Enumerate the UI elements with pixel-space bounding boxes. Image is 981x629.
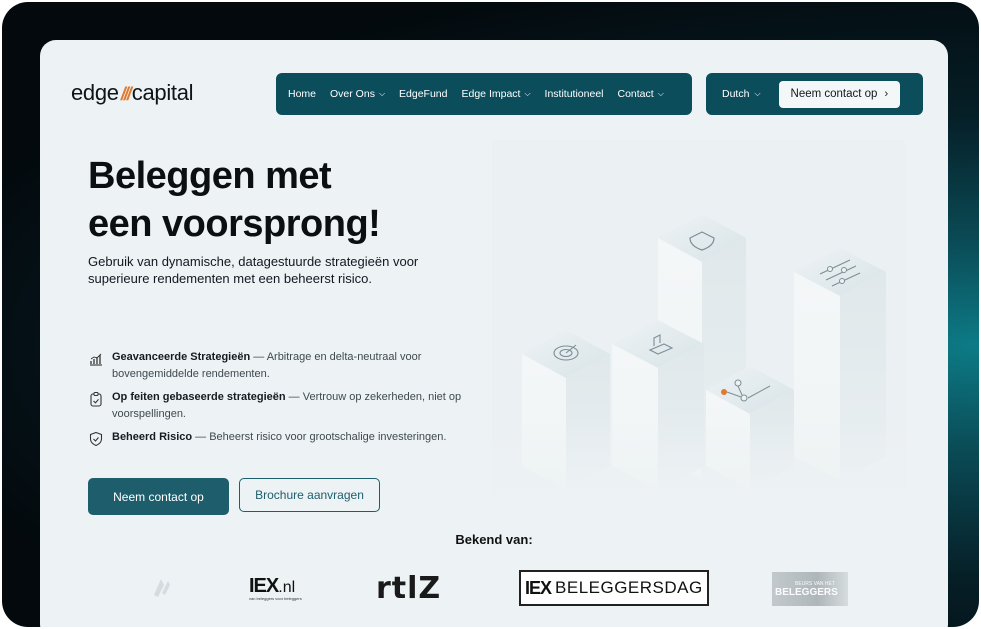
site-logo[interactable]: edge /// capital — [71, 80, 194, 106]
nav-label: Home — [288, 88, 317, 100]
hero-title-line1: Beleggen met — [88, 155, 332, 197]
screenshot-frame: edge /// capital Home Over Ons ⌵ EdgeFun… — [2, 2, 979, 627]
nav-item-edgefund[interactable]: EdgeFund — [399, 88, 447, 100]
logo-iex-nl: IEX .nl van beleggers voor beleggers — [249, 568, 302, 608]
beurs-text: BELEGGERS — [775, 586, 838, 598]
nav-item-institutioneel[interactable]: Institutioneel — [545, 88, 604, 100]
feature-list: Geavanceerde Strategieën — Arbitrage en … — [88, 349, 488, 453]
logo-slash: /// — [120, 84, 132, 104]
logo-beurs-van-het-jaar: BEURS VAN HET BELEGGERS — [772, 572, 848, 606]
iex-tagline: van beleggers voor beleggers — [249, 596, 302, 601]
logo-iex-beleggersdag: IEX BELEGGERSDAG — [519, 570, 709, 606]
nav-label: Institutioneel — [544, 88, 604, 100]
feature-title: Op feiten gebaseerde strategieën — [112, 391, 286, 403]
feature-text: — Beheerst risico voor grootschalige inv… — [192, 431, 447, 443]
chart-icon — [90, 353, 102, 366]
nav-item-edge-impact[interactable]: Edge Impact ⌵ — [462, 88, 531, 100]
nav-label: EdgeFund — [399, 88, 448, 100]
nav-item-contact[interactable]: Contact ⌵ — [618, 88, 664, 100]
header-actions: Dutch ⌵ Neem contact op › — [706, 73, 923, 115]
press-heading: Bekend van: — [455, 532, 533, 547]
nav-item-home[interactable]: Home — [288, 88, 316, 100]
iex-beleggersdag-iex: IEX — [525, 577, 552, 598]
chevron-down-icon: ⌵ — [754, 89, 761, 98]
language-label: Dutch — [722, 88, 750, 100]
hero-subtitle: Gebruik van dynamische, datagestuurde st… — [88, 254, 419, 286]
brochure-button[interactable]: Brochure aanvragen — [239, 478, 380, 512]
hero-contact-button[interactable]: Neem contact op — [88, 478, 229, 515]
iex-text: IEX — [249, 575, 279, 597]
rtlz-text: rtlZ — [376, 570, 442, 606]
nav-label: Edge Impact — [461, 88, 521, 100]
logo-capital: capital — [131, 80, 194, 105]
nav-label: Contact — [617, 88, 654, 100]
feature-item: Op feiten gebaseerde strategieën — Vertr… — [88, 389, 488, 423]
chevron-down-icon: ⌵ — [657, 89, 664, 98]
logo-rtlz: rtlZ — [376, 568, 441, 608]
language-selector[interactable]: Dutch ⌵ — [722, 88, 761, 100]
feature-title: Geavanceerde Strategieën — [112, 351, 251, 363]
nav-item-over-ons[interactable]: Over Ons ⌵ — [330, 88, 385, 100]
logo-edge: edge — [71, 80, 119, 105]
chevron-right-icon: › — [884, 88, 889, 100]
feature-title: Beheerd Risico — [112, 431, 193, 443]
hero-illustration — [492, 140, 906, 510]
header-contact-label: Neem contact op — [790, 88, 878, 100]
clipboard-icon — [90, 392, 102, 407]
main-navigation: Home Over Ons ⌵ EdgeFund Edge Impact ⌵ I… — [276, 73, 692, 115]
header-contact-button[interactable]: Neem contact op › — [778, 80, 901, 108]
shield-icon — [89, 431, 103, 447]
iex-nl-suffix: .nl — [278, 579, 296, 596]
hero-title: Beleggen met een voorsprong! — [88, 152, 508, 248]
press-logos: IEX .nl van beleggers voor beleggers rtl… — [40, 568, 948, 612]
chevron-down-icon: ⌵ — [378, 89, 386, 98]
iex-beleggersdag-word: BELEGGERSDAG — [555, 578, 703, 597]
nav-label: Over Ons — [330, 88, 375, 100]
browser-viewport: edge /// capital Home Over Ons ⌵ EdgeFun… — [40, 40, 948, 627]
feature-item: Geavanceerde Strategieën — Arbitrage en … — [88, 349, 488, 383]
hero-title-line2: een voorsprong! — [88, 203, 381, 245]
feature-item: Beheerd Risico — Beheerst risico voor gr… — [88, 429, 488, 447]
faded-logo-icon — [148, 568, 174, 608]
chevron-down-icon: ⌵ — [524, 89, 531, 98]
iex-nl-wordmark: IEX .nl — [249, 575, 295, 598]
